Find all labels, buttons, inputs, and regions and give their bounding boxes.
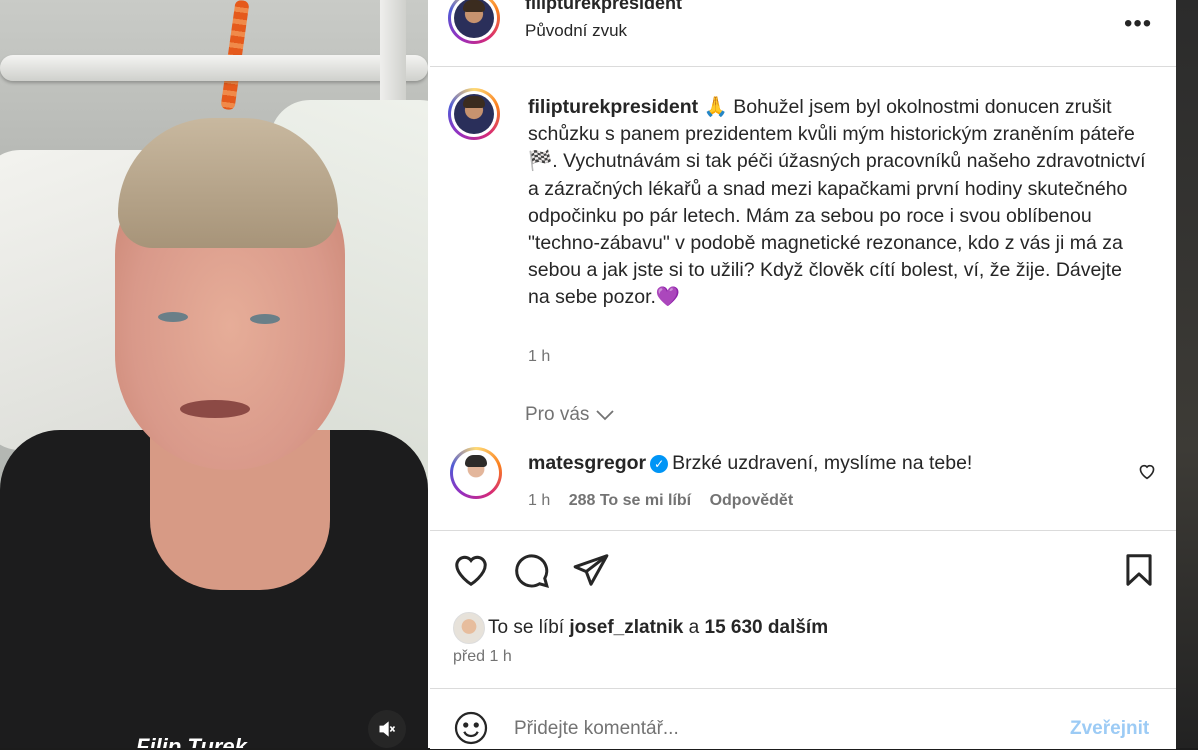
pro-vas-toggle[interactable]: Pro vás bbox=[525, 404, 615, 426]
verified-badge-icon: ✓ bbox=[650, 455, 669, 473]
likes-and: a bbox=[688, 617, 700, 638]
pro-vas-label: Pro vás bbox=[525, 404, 590, 425]
comment: matesgregor ✓ Brzké uzdravení, myslíme na … bbox=[528, 452, 972, 475]
video-eye bbox=[158, 312, 188, 322]
liker-avatar[interactable] bbox=[453, 612, 485, 644]
comment-meta: 1 h 288 To se mi líbí Odpovědět bbox=[528, 492, 807, 510]
comment-username[interactable]: matesgregor bbox=[528, 452, 646, 474]
likes-summary: To se líbí josef_zlatnik a 15 630 dalším bbox=[488, 617, 828, 639]
emoji-icon[interactable] bbox=[453, 710, 489, 746]
comment-input[interactable] bbox=[512, 708, 1036, 750]
video-eye bbox=[250, 314, 280, 324]
comment-icon[interactable] bbox=[512, 551, 550, 589]
caption-time: 1 h bbox=[528, 348, 551, 365]
divider bbox=[430, 66, 1176, 67]
author-avatar[interactable] bbox=[448, 88, 500, 140]
header-username[interactable]: filipturekpresident bbox=[525, 0, 682, 14]
comment-likes[interactable]: 288 To se mi líbí bbox=[569, 492, 691, 509]
publish-button[interactable]: Zveřejnit bbox=[1070, 718, 1149, 740]
video-bed-rail bbox=[0, 55, 428, 81]
likes-count[interactable]: 15 630 dalším bbox=[705, 617, 829, 638]
post-caption: filipturekpresident 🙏 Bohužel jsem byl o… bbox=[528, 94, 1148, 312]
background-edge bbox=[1176, 0, 1198, 748]
speaker-muted-icon[interactable] bbox=[368, 710, 406, 748]
video-caption: Filip Turek bbox=[136, 734, 247, 748]
audio-link[interactable]: Původní zvuk bbox=[525, 21, 627, 41]
heart-icon[interactable] bbox=[1137, 462, 1157, 480]
heart-icon[interactable] bbox=[452, 551, 490, 589]
likes-prefix: To se líbí bbox=[488, 617, 565, 638]
commenter-avatar[interactable] bbox=[450, 447, 502, 499]
video-mouth bbox=[180, 400, 250, 418]
post-date: před 1 h bbox=[453, 648, 512, 665]
comment-text: Brzké uzdravení, myslíme na tebe! bbox=[672, 452, 973, 474]
video-player[interactable]: Filip Turek bbox=[0, 0, 428, 748]
caption-text: 🙏 Bohužel jsem byl okolnostmi donucen zr… bbox=[528, 96, 1146, 309]
reply-button[interactable]: Odpovědět bbox=[710, 492, 794, 509]
divider bbox=[430, 530, 1176, 531]
bookmark-icon[interactable] bbox=[1120, 551, 1158, 589]
caption-username[interactable]: filipturekpresident bbox=[528, 96, 698, 118]
more-horizontal-icon[interactable]: ••• bbox=[1124, 12, 1152, 36]
comment-time: 1 h bbox=[528, 492, 551, 509]
chevron-down-icon bbox=[596, 410, 615, 421]
send-icon[interactable] bbox=[572, 551, 610, 589]
liker-username[interactable]: josef_zlatnik bbox=[569, 617, 683, 638]
